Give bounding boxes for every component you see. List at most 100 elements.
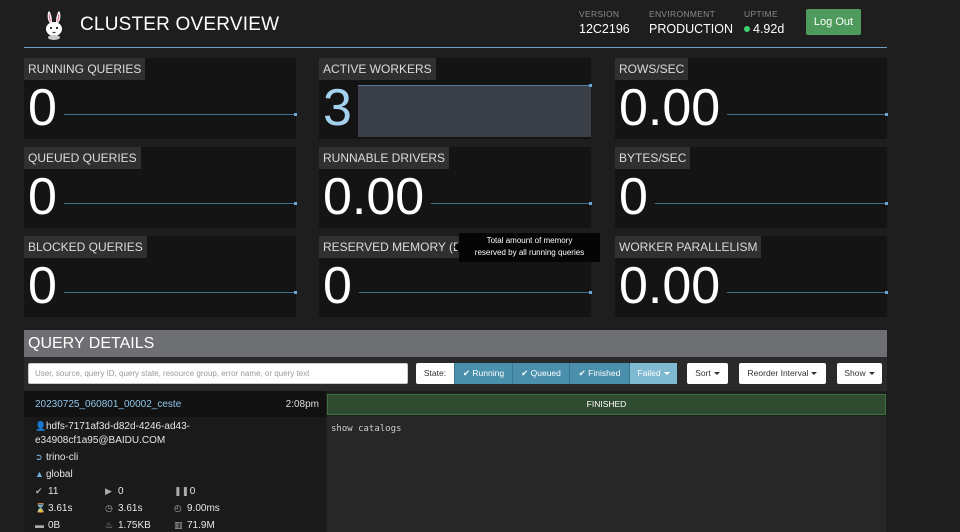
- check-icon: ✔: [462, 368, 471, 378]
- wall-time: ⌛ 3.61s: [35, 503, 72, 514]
- query-time: 2:08pm: [285, 399, 319, 410]
- query-state-bar: FINISHED: [327, 394, 886, 415]
- tile-value: 0: [28, 168, 57, 226]
- version-stat: VERSION 12C2196: [579, 9, 630, 36]
- running-splits: ▶ 0: [105, 486, 124, 497]
- tile-value: 0.00: [323, 168, 425, 226]
- filter-label: Queued: [530, 368, 561, 378]
- tile-label: BYTES/SEC: [615, 147, 691, 169]
- query-source: ➲ trino-cli: [35, 451, 78, 464]
- current-memory: ▬ 0B: [35, 520, 60, 531]
- sparkline: [655, 202, 888, 205]
- cpu-time: ◴ 9.00ms: [174, 503, 220, 514]
- check-icon: ✔: [35, 486, 43, 496]
- environment-stat: ENVIRONMENT PRODUCTION: [649, 9, 733, 36]
- tile-worker-parallelism: WORKER PARALLELISM 0.00: [615, 236, 888, 317]
- logout-button[interactable]: Log Out: [806, 9, 861, 35]
- filter-label: Running: [472, 368, 505, 378]
- filter-queued-button[interactable]: ✔ Queued: [512, 363, 569, 384]
- query-text: show catalogs: [331, 424, 402, 434]
- page: CLUSTER OVERVIEW VERSION 12C2196 ENVIRON…: [0, 0, 960, 532]
- uptime-stat: UPTIME 4.92d: [744, 9, 784, 36]
- hourglass-icon: ⌛: [35, 503, 47, 513]
- sparkline: [727, 291, 888, 294]
- tile-bytes-sec: BYTES/SEC 0: [615, 147, 888, 228]
- tile-label: ROWS/SEC: [615, 58, 689, 80]
- uptime-value-wrap: 4.92d: [744, 22, 784, 36]
- hdd-icon: ▬: [35, 520, 44, 530]
- query-details-header: QUERY DETAILS: [24, 330, 887, 357]
- reorder-label: Reorder Interval: [747, 368, 809, 378]
- tile-queued-queries: QUEUED QUERIES 0: [24, 147, 297, 228]
- bar-chart-icon: ▥: [174, 520, 183, 530]
- metric-value: 3.61s: [118, 503, 143, 514]
- sparkline: [64, 113, 297, 116]
- sparkline: [359, 291, 592, 294]
- check-icon: ✔: [578, 368, 586, 378]
- version-value: 12C2196: [579, 22, 630, 36]
- cumulative-memory: ▥ 71.9M: [174, 520, 215, 531]
- sparkline: [431, 202, 592, 205]
- road-icon: ▲: [35, 469, 44, 479]
- metric-value: 11: [48, 486, 59, 497]
- pause-icon: ❚❚: [174, 486, 190, 496]
- tile-rows-sec: ROWS/SEC 0.00: [615, 58, 888, 139]
- environment-value: PRODUCTION: [649, 22, 734, 36]
- tile-label: ACTIVE WORKERS: [319, 58, 436, 80]
- tile-value: 0.00: [619, 257, 721, 315]
- tile-label: RESERVED MEMORY (B): [319, 236, 470, 258]
- tile-value: 3: [323, 79, 352, 137]
- tooltip-line: reserved by all running queries: [474, 248, 585, 257]
- show-dropdown[interactable]: Show: [837, 363, 882, 384]
- source-value: trino-cli: [46, 452, 79, 463]
- reserved-memory-tooltip: Total amount of memory reserved by all r…: [454, 233, 600, 262]
- sparkline: [358, 84, 592, 137]
- tile-active-workers: ACTIVE WORKERS 3: [319, 58, 592, 139]
- metric-value: 0: [189, 486, 196, 497]
- query-id-link[interactable]: 20230725_060801_00002_ceste: [35, 399, 181, 410]
- filter-failed-dropdown[interactable]: Failed: [629, 363, 677, 384]
- completed-splits: ✔ 11: [35, 486, 58, 497]
- filter-label: Failed: [637, 368, 661, 378]
- query-row-header: 20230725_060801_00002_ceste 2:08pm: [24, 391, 326, 417]
- dashboard-icon: ◴: [174, 503, 182, 513]
- metric-value: 0B: [48, 520, 61, 531]
- tile-blocked-queries: BLOCKED QUERIES 0: [24, 236, 297, 317]
- uptime-label: UPTIME: [744, 9, 778, 19]
- metric-value: 3.61s: [48, 503, 73, 514]
- queued-splits: ❚❚ 0: [174, 486, 195, 497]
- user-line-1: hdfs-7171af3d-d82d-4246-ad43-: [46, 421, 190, 432]
- filter-finished-button[interactable]: ✔ Finished: [569, 363, 629, 384]
- filter-running-button[interactable]: ✔ Running: [454, 363, 512, 384]
- tile-label: WORKER PARALLELISM: [615, 236, 762, 258]
- show-label: Show: [844, 368, 866, 378]
- status-dot-icon: [744, 26, 750, 32]
- resource-group-value: global: [46, 469, 73, 480]
- tile-runnable-drivers: RUNNABLE DRIVERS 0.00: [319, 147, 592, 228]
- sparkline: [64, 291, 297, 294]
- sort-label: Sort: [695, 368, 711, 378]
- metric-value: 71.9M: [187, 520, 215, 531]
- query-toolbar: State: ✔ Running ✔ Queued ✔ Finished Fai…: [24, 357, 887, 391]
- query-text-panel: show catalogs: [327, 416, 886, 532]
- caret-down-icon: [868, 372, 875, 375]
- play-icon: ▶: [105, 486, 112, 496]
- query-search-input[interactable]: [28, 363, 408, 384]
- user-icon: 👤: [35, 421, 47, 431]
- caret-down-icon: [663, 372, 670, 375]
- tile-value: 0.00: [619, 79, 721, 137]
- version-label: VERSION: [579, 9, 620, 19]
- caret-down-icon: [713, 372, 720, 375]
- state-filter-label: State:: [416, 363, 454, 384]
- sparkline: [727, 113, 888, 116]
- page-title: CLUSTER OVERVIEW: [80, 14, 280, 35]
- bunny-logo-icon: [46, 11, 62, 40]
- sort-dropdown[interactable]: Sort: [687, 363, 728, 384]
- environment-label: ENVIRONMENT: [649, 9, 716, 19]
- metric-value: 0: [118, 486, 124, 497]
- fire-icon: ♨: [105, 520, 114, 530]
- query-details-title: QUERY DETAILS: [28, 335, 155, 352]
- elapsed-time: ◷ 3.61s: [105, 503, 142, 514]
- reorder-interval-dropdown[interactable]: Reorder Interval: [739, 363, 826, 384]
- tile-value: 0: [28, 257, 57, 315]
